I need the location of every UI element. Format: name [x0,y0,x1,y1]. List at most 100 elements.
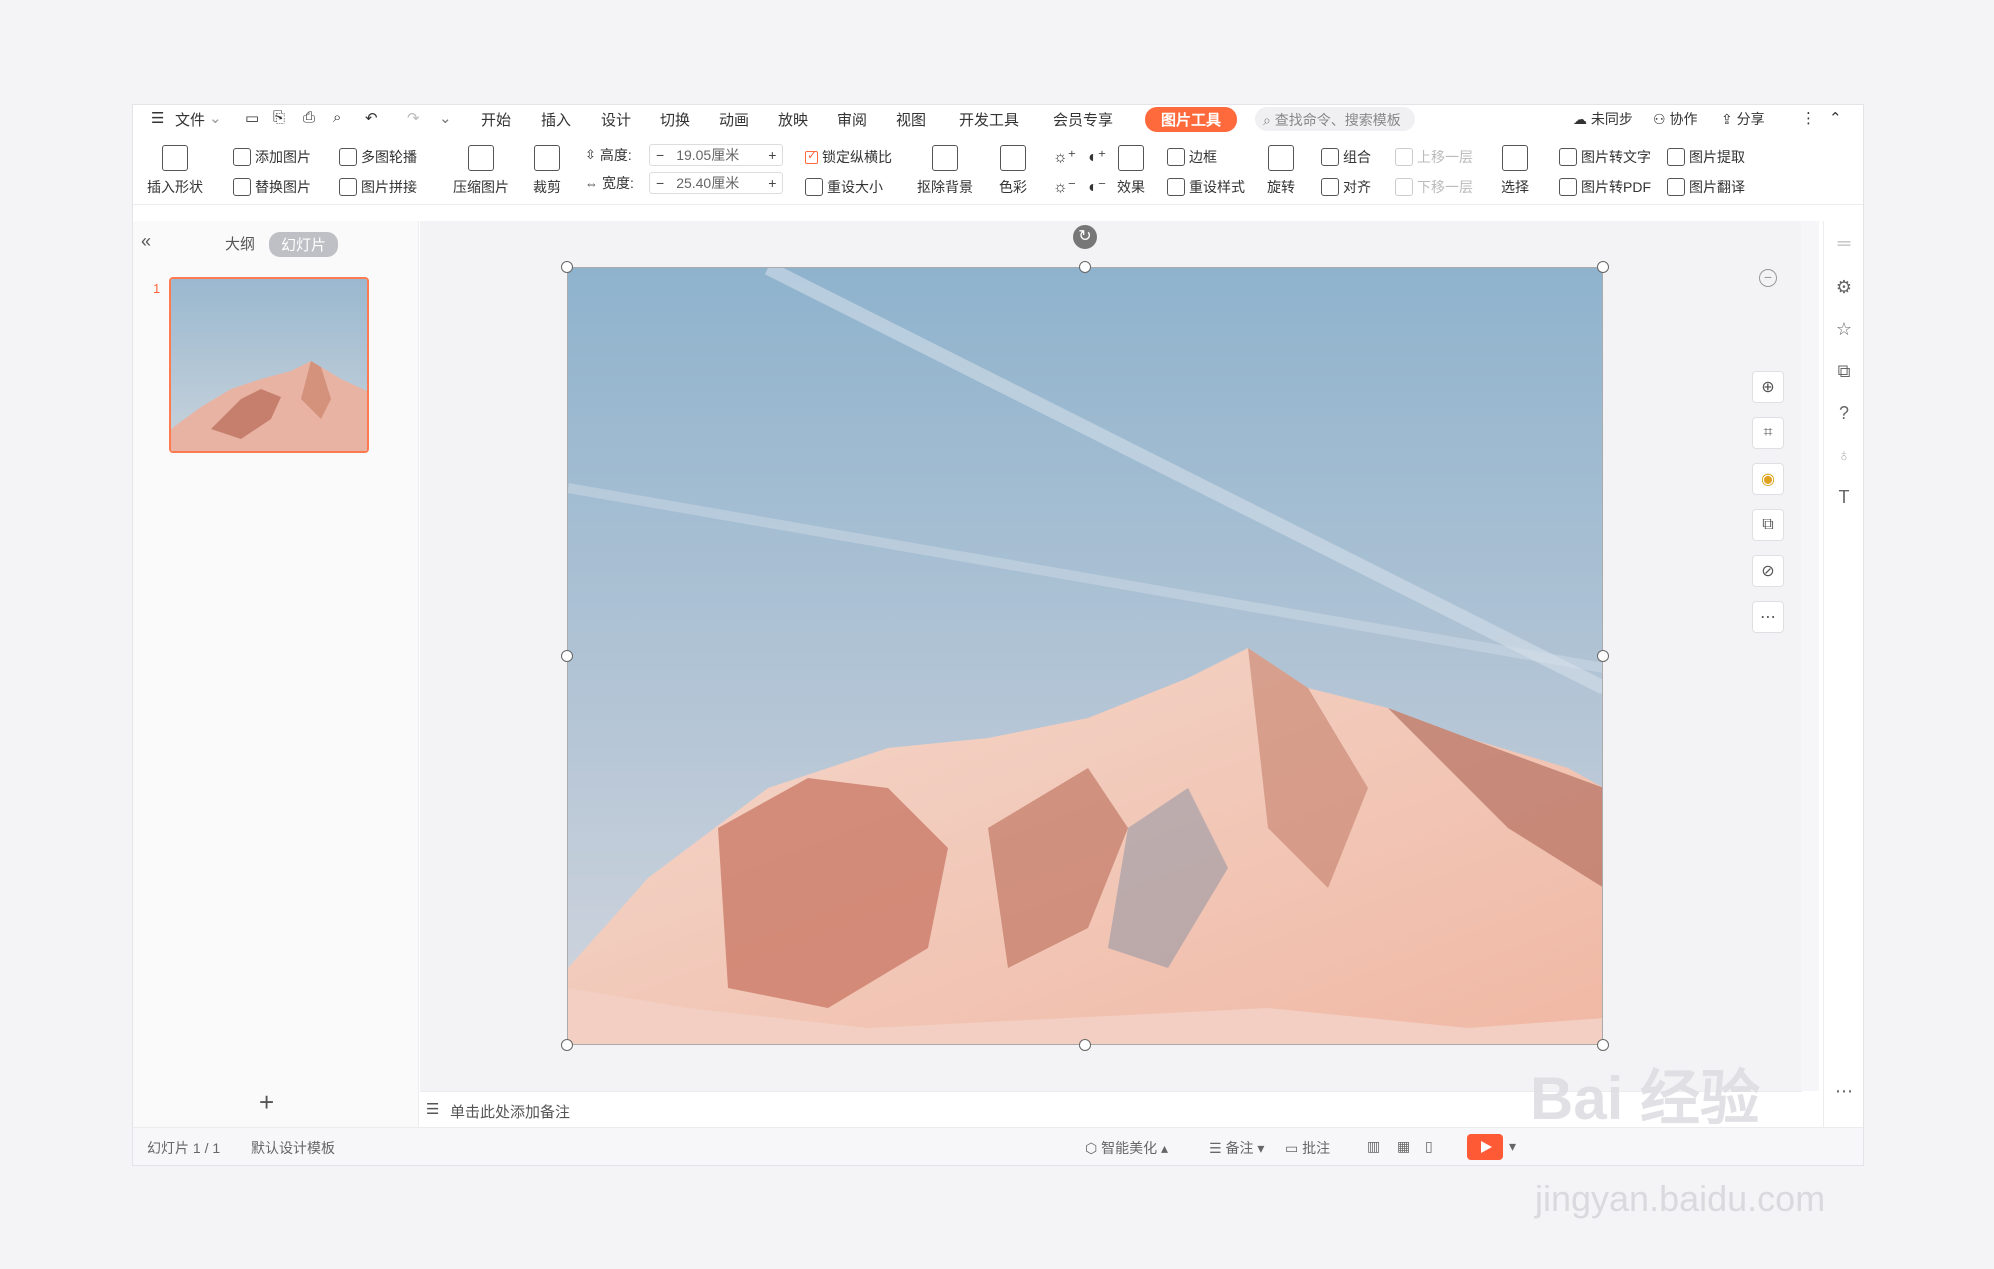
more-options-icon[interactable]: ⋯ [1834,1081,1854,1101]
group-button[interactable]: 组合 [1321,147,1371,167]
effects-button[interactable]: 效果 [1117,145,1145,197]
menu-icon[interactable]: ☰ [151,109,164,127]
reading-view-icon[interactable]: ▯ [1425,1138,1433,1155]
select-button[interactable]: 选择 [1501,145,1529,197]
tab-start[interactable]: 开始 [481,109,511,130]
copy-icon[interactable]: ⧉ [1834,361,1854,381]
color-button[interactable]: 色彩 [999,145,1027,197]
resize-handle-nw[interactable] [561,261,573,273]
save-icon[interactable]: ▭ [245,109,259,127]
slide-image[interactable] [567,267,1603,1045]
text-icon[interactable]: T [1834,487,1854,507]
share-button[interactable]: ⇪ 分享 [1721,109,1765,129]
lock-ratio-checkbox[interactable]: 锁定纵横比 [805,147,892,167]
collapse-ribbon-icon[interactable]: ⌃ [1829,109,1842,127]
collapse-panel-icon[interactable]: « [141,231,151,252]
tab-transition[interactable]: 切换 [660,109,690,130]
print-icon[interactable]: ⎙ [303,109,315,126]
slide-thumbnail[interactable] [169,277,369,453]
height-stepper[interactable]: − 19.05厘米 + [649,144,784,166]
tab-picture-tools[interactable]: 图片工具 [1145,107,1238,132]
tab-developer[interactable]: 开发工具 [959,109,1019,130]
replace-picture-button[interactable]: 替换图片 [233,177,311,197]
tab-slideshow[interactable]: 放映 [778,109,808,130]
add-picture-button[interactable]: 添加图片 [233,147,311,167]
insert-shape-button[interactable]: 插入形状 [147,145,203,197]
resize-handle-w[interactable] [561,650,573,662]
file-menu[interactable]: 文件 [175,109,205,130]
bring-forward-button[interactable]: 上移一层 [1395,147,1473,167]
rotate-handle-icon[interactable]: ↻ [1073,225,1097,249]
resize-handle-n[interactable] [1079,261,1091,273]
pic-extract-button[interactable]: 图片提取 [1667,147,1745,167]
multi-carousel-button[interactable]: 多图轮播 [339,147,417,167]
image-replace-icon[interactable]: ⧉ [1752,509,1784,541]
notes-button[interactable]: ☰ 备注 ▾ [1209,1138,1264,1158]
pic-to-pdf-button[interactable]: 图片转PDF [1559,177,1651,197]
redo-icon[interactable]: ↷ [407,109,420,127]
height-input[interactable]: 19.05厘米 [670,145,762,165]
zoom-in-icon[interactable]: ⊕ [1752,371,1784,403]
width-stepper[interactable]: − 25.40厘米 + [649,172,784,194]
resize-handle-e[interactable] [1597,650,1609,662]
send-backward-button[interactable]: 下移一层 [1395,177,1473,197]
vertical-scrollbar[interactable] [1801,221,1819,1091]
pin-icon[interactable]: ☆ [1834,319,1854,339]
pic-to-text-button[interactable]: 图片转文字 [1559,147,1651,167]
resize-handle-ne[interactable] [1597,261,1609,273]
height-decrement[interactable]: − [650,147,670,163]
tab-member[interactable]: 会员专享 [1053,109,1113,130]
tab-insert[interactable]: 插入 [541,109,571,130]
template-name[interactable]: 默认设计模板 [251,1138,335,1158]
align-button[interactable]: 对齐 [1321,177,1371,197]
crop-tool-icon[interactable]: ⌗ [1752,417,1784,449]
notes-placeholder[interactable]: 单击此处添加备注 [450,1104,570,1121]
width-input[interactable]: 25.40厘米 [670,173,762,193]
search-input[interactable]: 查找命令、搜索模板 [1275,112,1401,128]
reset-style-button[interactable]: 重设样式 [1167,177,1245,197]
play-slideshow-button[interactable] [1467,1134,1503,1160]
preview-icon[interactable]: ⌕ [333,109,341,126]
resize-handle-s[interactable] [1079,1039,1091,1051]
brightness-buttons[interactable]: ☼⁺ ◐⁺ [1053,147,1106,167]
normal-view-icon[interactable]: ▥ [1367,1138,1380,1155]
picture-splice-button[interactable]: 图片拼接 [339,177,417,197]
collapse-tools-icon[interactable]: − [1759,269,1777,287]
settings-sliders-icon[interactable]: ⚙ [1834,277,1854,297]
lightbulb-icon[interactable]: ♁ [1834,445,1854,465]
crop-button[interactable]: 裁剪 [533,145,561,197]
tab-slides[interactable]: 幻灯片 [269,232,339,257]
undo-icon[interactable]: ↶ [365,109,378,127]
search-box[interactable]: ⌕ 查找命令、搜索模板 [1255,107,1415,131]
help-icon[interactable]: ? [1834,403,1854,423]
comments-button[interactable]: ▭ 批注 [1285,1138,1330,1158]
collab-button[interactable]: ⚇ 协作 [1653,109,1697,129]
tab-outline[interactable]: 大纲 [225,233,255,254]
resize-handle-sw[interactable] [561,1039,573,1051]
rotate-button[interactable]: 旋转 [1267,145,1295,197]
chevron-down-icon[interactable]: ⌄ [209,109,222,127]
smart-suggest-icon[interactable]: ◉ [1752,463,1784,495]
play-options-icon[interactable]: ▾ [1509,1138,1516,1155]
tab-view[interactable]: 视图 [896,109,926,130]
height-increment[interactable]: + [762,147,782,163]
tab-design[interactable]: 设计 [601,109,631,130]
tab-review[interactable]: 审阅 [837,109,867,130]
remove-background-button[interactable]: 抠除背景 [917,145,973,197]
contrast-buttons[interactable]: ☼⁻ ◐⁻ [1053,177,1106,197]
add-slide-button[interactable]: + [259,1087,274,1118]
sync-status[interactable]: ☁ 未同步 [1573,109,1633,129]
more-icon[interactable]: ⋮ [1801,109,1816,127]
compress-button[interactable]: 压缩图片 [453,145,509,197]
tab-animation[interactable]: 动画 [719,109,749,130]
customize-icon[interactable]: ⌄ [439,109,452,127]
border-button[interactable]: 边框 [1167,147,1217,167]
image-edit-icon[interactable]: ⊘ [1752,555,1784,587]
reset-size-button[interactable]: 重设大小 [805,177,883,197]
beautify-button[interactable]: ⬡ 智能美化 ▴ [1085,1138,1168,1158]
export-icon[interactable]: ⎘ [273,109,285,126]
more-tools-icon[interactable]: ⋯ [1752,601,1784,633]
grid-view-icon[interactable]: ▦ [1397,1138,1410,1155]
width-increment[interactable]: + [762,175,782,191]
width-decrement[interactable]: − [650,175,670,191]
